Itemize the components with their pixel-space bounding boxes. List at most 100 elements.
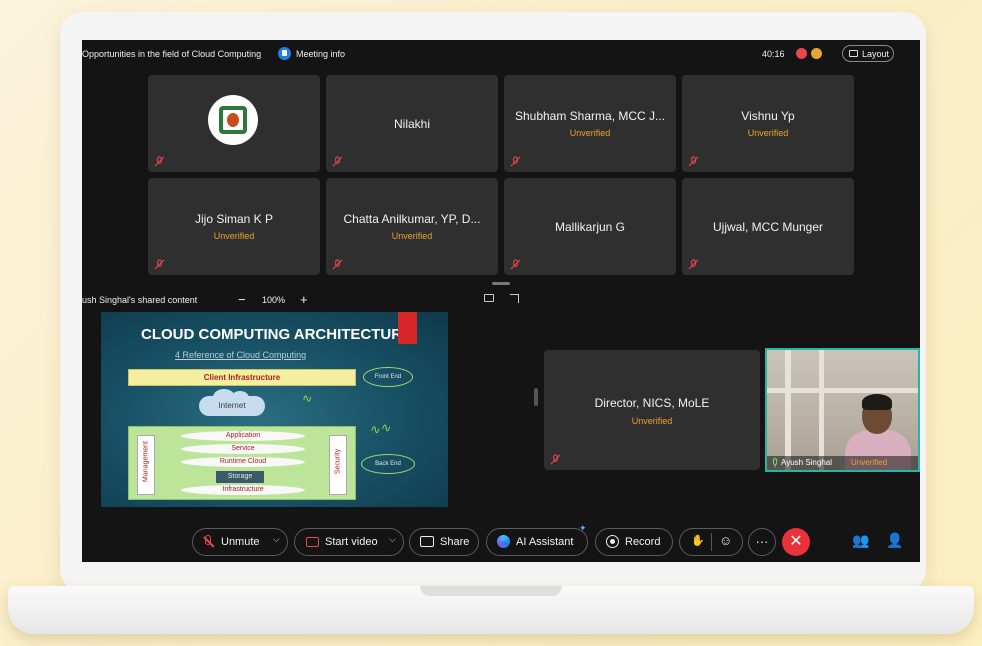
layer-application: Application [181,431,305,441]
share-label: Share [440,536,470,548]
unverified-badge: Unverified [569,128,611,138]
participant-tile[interactable]: Vishnu Yp Unverified [682,75,854,172]
management-box: Management [137,435,155,495]
end-call-button[interactable]: ✕ [782,528,810,556]
security-label: Security [334,448,342,475]
management-label: Management [142,441,150,482]
handwritten-mark: ∿∿ [367,420,392,439]
mic-off-icon [154,259,165,270]
sparkle-icon: ✦ [579,523,587,533]
raise-hand-icon[interactable]: ✋ [691,534,705,547]
participant-name: Shubham Sharma, MCC J... [514,109,666,123]
chevron-down-icon[interactable]: ⌵ [273,534,280,545]
participants-icon[interactable]: 👥 [852,532,869,549]
participant-tile[interactable]: Shubham Sharma, MCC J... Unverified [504,75,676,172]
participant-name: Mallikarjun G [554,220,626,234]
zoom-in-button[interactable]: + [300,292,308,307]
layout-button[interactable]: Layout [842,45,894,62]
layer-storage: Storage [216,471,264,483]
participant-tile[interactable] [148,75,320,172]
meeting-window: Opportunities in the field of Cloud Comp… [82,40,920,562]
record-button[interactable]: Record [595,528,673,556]
client-infrastructure-box: Client Infrastructure [128,369,356,386]
slide-accent [398,312,417,344]
shared-content-label: ush Singhal's shared content [82,295,198,305]
layer-runtime-cloud: Runtime Cloud [181,457,305,467]
chevron-down-icon[interactable]: ⌵ [389,534,396,545]
participant-name: Jijo Siman K P [194,212,274,226]
start-video-button[interactable]: Start video ⌵ [294,528,404,556]
shield-icon[interactable] [278,47,291,60]
drag-handle[interactable] [492,282,510,285]
slide-title: CLOUD COMPUTING ARCHITECTURE [141,326,413,343]
layout-icon [849,50,858,57]
handwritten-mark: ∿ [298,390,315,409]
video-participant-name: Ayush Singhal [781,458,832,467]
zoom-out-button[interactable]: − [238,292,246,307]
meeting-info-link[interactable]: Meeting info [296,49,345,59]
front-end-annotation: Front End [363,367,413,387]
pop-out-icon[interactable] [484,294,494,302]
unmute-label: Unmute [221,536,260,548]
participant-tile[interactable]: Mallikarjun G [504,178,676,275]
layer-service: Service [181,444,305,454]
record-label: Record [625,536,661,548]
unverified-badge: Unverified [631,416,673,426]
person-settings-icon[interactable]: 👤 [886,532,903,549]
emoji-icon[interactable]: ☺ [719,533,732,548]
status-indicator-icon [811,48,822,59]
ai-assistant-icon [497,535,510,548]
top-bar: Opportunities in the field of Cloud Comp… [82,40,920,70]
participant-tile[interactable]: Director, NICS, MoLE Unverified [544,350,760,470]
start-video-label: Start video [325,536,378,548]
participant-name: Ujjwal, MCC Munger [712,220,824,234]
mic-off-icon [510,156,521,167]
mic-off-icon [550,454,561,465]
participant-tile[interactable]: Chatta Anilkumar, YP, D... Unverified [326,178,498,275]
mic-off-icon [688,156,699,167]
slide-subtitle: 4 Reference of Cloud Computing [175,350,307,360]
participant-tile[interactable]: Jijo Siman K P Unverified [148,178,320,275]
share-button[interactable]: Share [409,528,479,556]
organization-logo [208,95,258,145]
zoom-level: 100% [262,295,286,305]
more-options-button[interactable]: ··· [748,528,776,556]
mic-off-icon [332,259,343,270]
shared-content-bar: ush Singhal's shared content − 100% + [82,282,920,310]
meeting-timer: 40:16 [762,49,785,59]
shared-slide: CLOUD COMPUTING ARCHITECTURE 4 Reference… [101,312,448,507]
mic-off-icon [154,156,165,167]
unverified-badge: Unverified [213,231,255,241]
backend-box: Management Security Application Service … [128,426,356,500]
participant-name: Chatta Anilkumar, YP, D... [343,212,481,226]
participant-tile[interactable]: Nilakhi [326,75,498,172]
internet-cloud: Internet [199,389,265,416]
layer-infrastructure: Infrastructure [181,485,305,495]
participant-name: Director, NICS, MoLE [594,396,710,410]
video-name-label: Ayush Singhal Unverified [767,456,918,470]
back-end-annotation: Back End [361,454,415,474]
participant-name: Vishnu Yp [741,109,795,123]
ai-assistant-label: AI Assistant [516,536,574,548]
mic-icon [773,458,777,468]
laptop-notch [420,586,562,596]
meeting-title: Opportunities in the field of Cloud Comp… [82,49,262,59]
mic-off-icon [332,156,343,167]
unmute-button[interactable]: Unmute ⌵ [192,528,288,556]
unverified-badge: Unverified [391,231,433,241]
recording-indicator-icon [796,48,807,59]
share-screen-icon [420,536,434,547]
participant-name: Nilakhi [393,117,430,131]
layout-label: Layout [862,49,890,59]
unverified-badge: Unverified [747,128,789,138]
expand-icon[interactable] [510,294,519,303]
reactions-group: ✋ ☺ [679,528,743,556]
active-speaker-video[interactable]: Ayush Singhal Unverified [765,348,920,472]
record-icon [606,535,619,548]
ai-assistant-button[interactable]: AI Assistant ✦ [486,523,588,556]
internet-label: Internet [218,401,246,410]
participant-tile[interactable]: Ujjwal, MCC Munger [682,178,854,275]
panel-resize-handle[interactable] [534,388,538,406]
mic-off-icon [510,259,521,270]
video-off-icon [306,537,319,547]
